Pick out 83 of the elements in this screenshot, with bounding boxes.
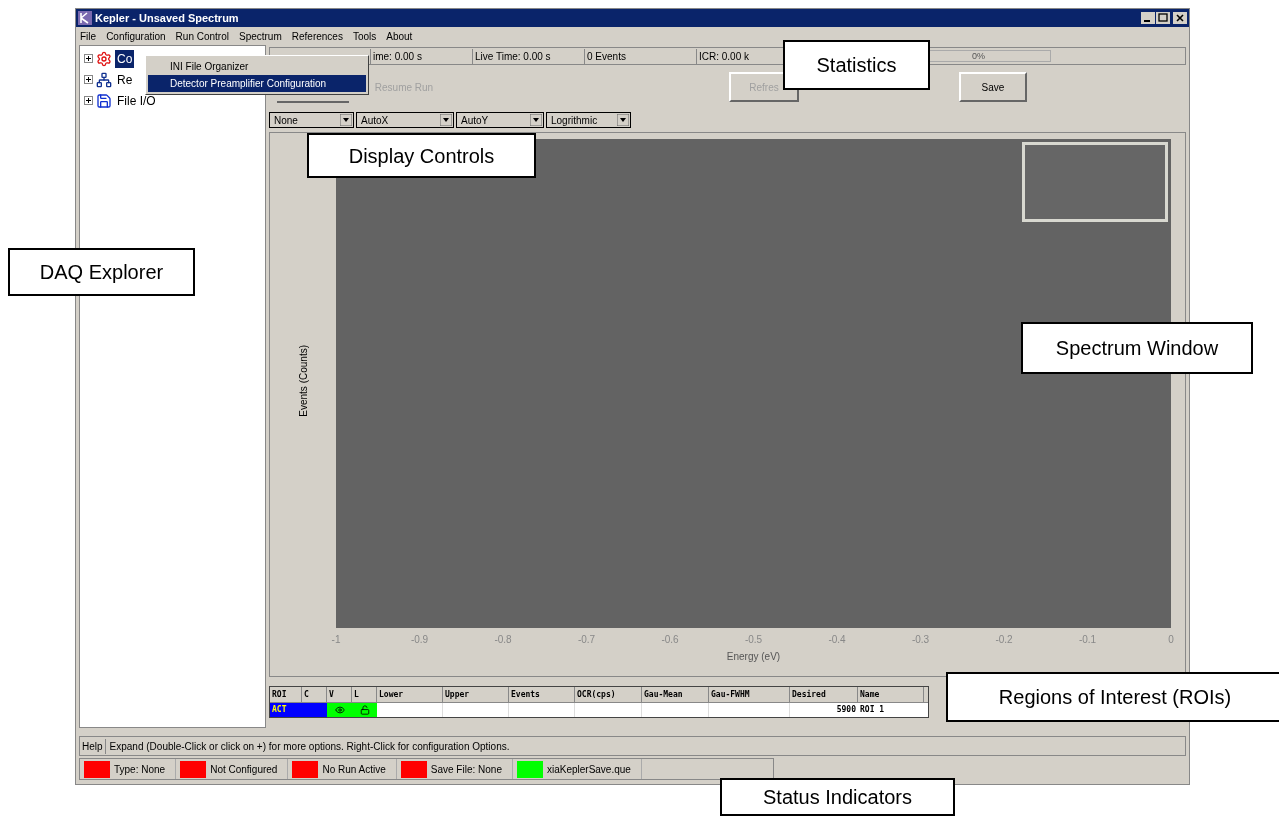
unlocked-icon bbox=[359, 705, 370, 715]
tree-item[interactable]: File I/O bbox=[115, 91, 158, 110]
x-axis-tick: -0.5 bbox=[744, 633, 763, 647]
tree-item[interactable]: Co bbox=[115, 49, 135, 68]
column-header: ROI bbox=[270, 687, 302, 702]
column-header: Gau-Mean bbox=[642, 687, 709, 702]
lock-cell[interactable] bbox=[352, 703, 377, 717]
column-header: Lower bbox=[377, 687, 443, 702]
table-cell-text: 5900 bbox=[835, 704, 857, 716]
x-axis-tick: -0.6 bbox=[661, 633, 679, 647]
x-axis-tick: -0.7 bbox=[577, 633, 596, 647]
tree-item[interactable]: Re bbox=[115, 70, 135, 89]
x-axis-tick: -0.8 bbox=[494, 633, 512, 647]
table-cell-text: ROI 1 bbox=[859, 704, 886, 716]
column-header: OCR(cps) bbox=[575, 687, 642, 702]
status-label: No Run Active bbox=[322, 762, 386, 777]
maximize-icon[interactable] bbox=[1156, 12, 1170, 24]
context-menu-item[interactable]: INI File Organizer bbox=[148, 58, 366, 75]
column-header: Gau-FWHM bbox=[709, 687, 790, 702]
eye-icon bbox=[334, 705, 345, 715]
column-header: C bbox=[302, 687, 327, 702]
x-axis-tick: -0.1 bbox=[1078, 633, 1097, 647]
app-logo-icon bbox=[78, 11, 92, 25]
table-cell[interactable]: ACT bbox=[270, 703, 302, 717]
x-axis-tick: -0.2 bbox=[995, 633, 1013, 647]
x-axis-tick: -0.3 bbox=[911, 633, 930, 647]
context-menu-item[interactable]: Detector Preamplifier Configuration bbox=[148, 75, 366, 92]
help-text: Expand (Double-Click or click on +) for more options. Right-Click for configuration Options. bbox=[109, 739, 510, 754]
column-header: Events bbox=[509, 687, 575, 702]
dropdown-arrow-icon bbox=[340, 114, 352, 126]
statistics-field: ICR: 0.00 k bbox=[696, 48, 756, 64]
callout-tooltip: Status Indicators bbox=[720, 778, 955, 816]
menu-item[interactable]: Tools bbox=[352, 28, 377, 44]
menu-item[interactable]: Run Control bbox=[175, 28, 229, 44]
dropdown-arrow-icon bbox=[530, 114, 542, 126]
display-dropdown[interactable]: AutoX bbox=[356, 112, 454, 128]
x-axis-tick: 0 bbox=[1168, 633, 1174, 647]
expander-icon[interactable] bbox=[84, 96, 93, 105]
menu-item[interactable]: Spectrum bbox=[238, 28, 282, 44]
x-axis-tick: -0.4 bbox=[828, 633, 846, 647]
statistics-field: ime: 0.00 s bbox=[370, 48, 472, 64]
menu-item[interactable]: References bbox=[291, 28, 343, 44]
visibility-cell[interactable] bbox=[327, 703, 352, 717]
x-axis-tick: -0.9 bbox=[410, 633, 429, 647]
column-header: Desired bbox=[790, 687, 858, 702]
status-label: Not Configured bbox=[210, 762, 278, 777]
menu-item[interactable]: File bbox=[80, 28, 97, 44]
display-dropdown[interactable]: Logrithmic bbox=[546, 112, 631, 128]
help-label: Help bbox=[82, 738, 106, 754]
column-header: Upper bbox=[443, 687, 509, 702]
progress-label: 0% bbox=[971, 51, 986, 61]
expander-icon[interactable] bbox=[84, 75, 93, 84]
status-label: Save File: None bbox=[430, 762, 502, 777]
callout-tooltip: Display Controls bbox=[307, 133, 536, 178]
callout-tooltip: DAQ Explorer bbox=[8, 248, 195, 296]
callout-tooltip: Regions of Interest (ROIs) bbox=[946, 672, 1279, 722]
statistics-field: 0 Events bbox=[584, 48, 696, 64]
menu-item[interactable]: About bbox=[386, 28, 413, 44]
display-dropdown[interactable]: AutoY bbox=[456, 112, 544, 128]
column-header: V bbox=[327, 687, 352, 702]
column-header: Name bbox=[858, 687, 924, 702]
window-title: Kepler - Unsaved Spectrum bbox=[95, 10, 239, 26]
expander-icon[interactable] bbox=[84, 54, 93, 63]
y-axis-label: Events (Counts) bbox=[296, 344, 310, 417]
dropdown-arrow-icon bbox=[617, 114, 629, 126]
x-axis-label: Energy (eV) bbox=[726, 651, 781, 662]
gear-icon bbox=[96, 50, 112, 67]
display-dropdown[interactable]: None bbox=[269, 112, 354, 128]
save-button[interactable]: Save bbox=[959, 72, 1027, 102]
minimize-icon[interactable] bbox=[1141, 12, 1155, 24]
dropdown-arrow-icon bbox=[440, 114, 452, 126]
callout-tooltip: Statistics bbox=[783, 40, 930, 90]
menu-item[interactable]: Configuration bbox=[106, 28, 166, 44]
network-icon bbox=[96, 71, 112, 88]
statistics-field: Live Time: 0.00 s bbox=[472, 48, 584, 64]
color-cell[interactable] bbox=[302, 703, 327, 717]
x-axis-tick: -1 bbox=[331, 633, 341, 647]
hidden-button-edge bbox=[277, 101, 349, 103]
status-label: Type: None bbox=[114, 762, 166, 777]
close-icon[interactable] bbox=[1173, 12, 1187, 24]
status-label: xiaKeplerSave.que bbox=[546, 762, 631, 777]
column-header: L bbox=[352, 687, 377, 702]
callout-tooltip: Spectrum Window bbox=[1021, 322, 1253, 374]
